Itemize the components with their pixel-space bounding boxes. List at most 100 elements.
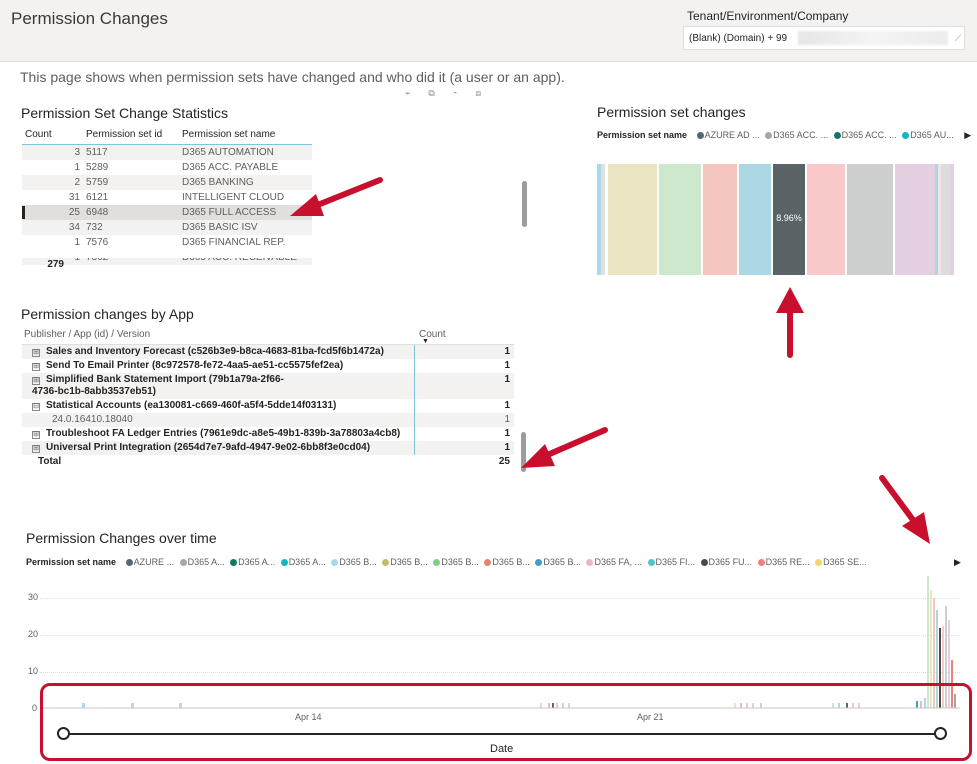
row-count: 1 — [414, 399, 514, 413]
legend-next-icon[interactable]: ▶ — [954, 557, 961, 567]
time-legend-more: ▶ — [946, 557, 961, 568]
cell-count: 1 — [74, 162, 80, 173]
table-row-child[interactable]: 24.0.16410.18040 1 — [22, 413, 514, 427]
legend-item[interactable]: D365 FU... — [709, 557, 753, 567]
expand-icon[interactable]: ⊞ — [32, 431, 40, 439]
row-count: 1 — [414, 413, 514, 427]
legend-dot — [757, 559, 765, 566]
tenant-filter-dropdown[interactable]: (Blank) (Domain) + 99 ⟋ — [683, 26, 965, 50]
page-header: Permission Changes Tenant/Environment/Co… — [0, 0, 977, 62]
legend-dot — [382, 559, 390, 566]
legend-item[interactable]: D365 B... — [339, 557, 377, 567]
table-row[interactable]: ⊟ Statistical Accounts (ea130081-c669-460… — [22, 399, 514, 413]
copy-icon[interactable]: ⧉ — [428, 88, 452, 98]
visual-header-icons[interactable]: ⌁⧉⁃⧈ — [405, 88, 499, 99]
legend-item[interactable]: D365 AU... — [910, 130, 954, 140]
annotation-highlight-box — [40, 683, 972, 761]
cell-count: 25 — [68, 207, 80, 218]
legend-item[interactable]: AZURE AD ... — [705, 130, 760, 140]
page-description: This page shows when permission sets hav… — [20, 69, 565, 85]
row-label: Troubleshoot FA Ledger Entries (7961e9dc… — [46, 428, 401, 439]
expand-icon[interactable]: ⊞ — [32, 349, 40, 357]
legend-item[interactable]: D365 A... — [289, 557, 326, 567]
app-table-title: Permission changes by App — [21, 306, 194, 322]
legend-dot — [179, 559, 187, 566]
legend-next-icon[interactable]: ▶ — [964, 130, 971, 140]
bar-segment[interactable] — [659, 164, 701, 275]
table-row[interactable]: ⊞ Sales and Inventory Forecast (c526b3e9-… — [22, 345, 514, 359]
app-matrix: Publisher / App (id) / Version Count ▼ ⊞… — [22, 328, 514, 469]
legend-title: Permission set name — [26, 557, 117, 567]
bar-segment[interactable] — [895, 164, 935, 275]
table-row[interactable]: ⊞ Send To Email Printer (8c972578-fe72-4a… — [22, 359, 514, 373]
legend-item[interactable]: D365 FI... — [656, 557, 696, 567]
row-label: Statistical Accounts (ea130081-c669-460f… — [46, 400, 337, 411]
table-row[interactable]: 34 732 D365 BASIC ISV — [22, 220, 312, 235]
resize-icon: ⟋ — [954, 33, 961, 43]
table-row[interactable]: ⊞ Universal Print Integration (2654d7e7-9… — [22, 441, 514, 455]
legend-dot — [902, 132, 910, 139]
annotation-arrow-icon — [290, 177, 383, 216]
row-label: Universal Print Integration (2654d7e7-9a… — [46, 442, 371, 453]
bar-segment[interactable] — [847, 164, 893, 275]
bar-segment[interactable] — [703, 164, 737, 275]
legend-item[interactable]: D365 B... — [543, 557, 581, 567]
legend-item[interactable]: D365 RE... — [766, 557, 810, 567]
time-chart-legend: Permission set name AZURE ... D365 A... … — [26, 557, 867, 567]
legend-dot — [815, 559, 823, 566]
tenant-filter-label: Tenant/Environment/Company — [687, 9, 849, 23]
legend-dot — [280, 559, 288, 566]
focus-mode-icon[interactable]: ⧈ — [475, 88, 499, 98]
table-row[interactable]: ⊞ Troubleshoot FA Ledger Entries (7961e9d… — [22, 427, 514, 441]
legend-item[interactable]: D365 SE... — [823, 557, 867, 567]
col-permission-set-id[interactable]: Permission set id — [84, 129, 182, 140]
table-row[interactable]: 31 6121 INTELLIGENT CLOUD — [22, 190, 312, 205]
legend-dot — [696, 132, 704, 139]
col-permission-set-name[interactable]: Permission set name — [182, 129, 312, 140]
row-count: 1 — [414, 441, 514, 455]
expand-icon[interactable]: ⊞ — [32, 377, 40, 385]
bar-segment-selected[interactable]: 8.96% — [773, 164, 805, 275]
stats-scrollbar[interactable] — [522, 181, 527, 227]
legend-dot — [833, 132, 841, 139]
set-changes-title: Permission set changes — [597, 104, 746, 120]
legend-item[interactable]: D365 B... — [390, 557, 428, 567]
expand-icon[interactable]: ⊞ — [32, 363, 40, 371]
col-publisher-app[interactable]: Publisher / App (id) / Version — [24, 329, 150, 340]
cell-id: 5289 — [86, 162, 109, 173]
pin-icon[interactable]: ⌁ — [405, 88, 428, 98]
legend-item[interactable]: D365 FA, ... — [594, 557, 642, 567]
table-clip — [22, 250, 312, 258]
bar-segment[interactable] — [608, 164, 657, 275]
legend-item[interactable]: D365 B... — [441, 557, 479, 567]
table-row[interactable]: 3 5117 D365 AUTOMATION — [22, 145, 312, 160]
cell-name: D365 AUTOMATION — [182, 147, 274, 158]
table-row[interactable]: 1 7576 D365 FINANCIAL REP. — [22, 235, 312, 250]
total-count: 25 — [498, 456, 510, 467]
row-label: Sales and Inventory Forecast (c526b3e9-b… — [46, 346, 384, 357]
total-label: Total — [38, 456, 62, 467]
legend-item[interactable]: D365 ACC. ... — [773, 130, 828, 140]
row-label: Simplified Bank Statement Import (79b1a7… — [32, 374, 284, 397]
redacted-region — [798, 31, 948, 45]
legend-item[interactable]: D365 B... — [492, 557, 530, 567]
bar-segment[interactable] — [739, 164, 771, 275]
table-row[interactable]: ⊞ Simplified Bank Statement Import (79b1a… — [22, 373, 514, 399]
legend-item[interactable]: D365 A... — [238, 557, 275, 567]
bar-segment[interactable] — [950, 164, 954, 275]
bar-segment[interactable] — [807, 164, 845, 275]
legend-item[interactable]: D365 ACC. ... — [842, 130, 897, 140]
legend-dot — [484, 559, 492, 566]
table-row-selected[interactable]: 25 6948 D365 FULL ACCESS — [22, 205, 312, 220]
sort-descending-icon: ▼ — [422, 338, 429, 345]
table-row[interactable]: 2 5759 D365 BANKING — [22, 175, 312, 190]
expand-icon[interactable]: ⊞ — [32, 445, 40, 453]
filter-icon[interactable]: ⁃ — [453, 88, 476, 98]
legend-item[interactable]: D365 A... — [188, 557, 225, 567]
col-count[interactable]: Count — [22, 129, 84, 140]
legend-item[interactable]: AZURE ... — [134, 557, 175, 567]
table-row[interactable]: 1 5289 D365 ACC. PAYABLE — [22, 160, 312, 175]
bar-segment[interactable] — [941, 164, 950, 275]
row-count: 1 — [414, 373, 514, 399]
collapse-icon[interactable]: ⊟ — [32, 403, 40, 411]
